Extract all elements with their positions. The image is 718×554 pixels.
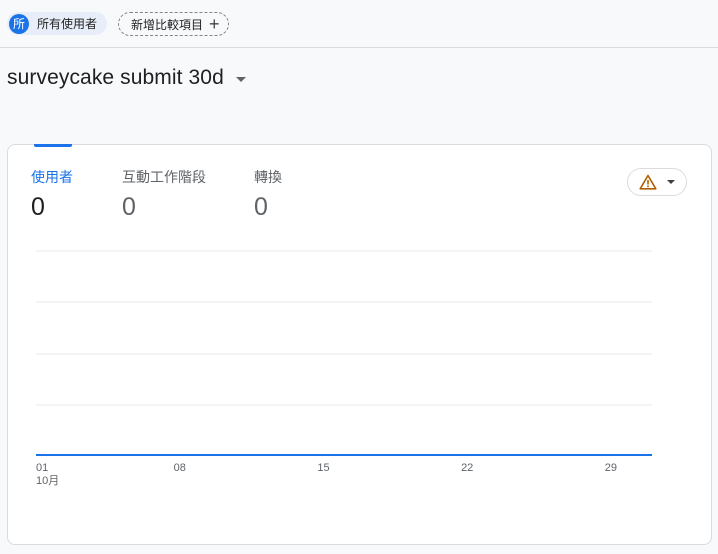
x-month-label: 10月 xyxy=(36,475,59,487)
top-bar: 所 所有使用者 新增比較項目 + xyxy=(0,0,718,48)
x-tick-label: 01 xyxy=(36,462,48,474)
x-tick-label: 29 xyxy=(605,462,617,474)
report-title: surveycake submit 30d xyxy=(7,66,224,89)
x-tick-label: 22 xyxy=(461,462,473,474)
x-tick-label: 15 xyxy=(317,462,329,474)
report-title-selector[interactable]: surveycake submit 30d xyxy=(7,66,246,90)
segment-badge: 所 xyxy=(9,13,29,34)
segment-chip[interactable]: 所 所有使用者 xyxy=(7,12,108,35)
line-chart: 01 08 15 22 29 10月 xyxy=(36,250,652,487)
chart-card: 使用者 0 互動工作階段 0 轉換 0 01 08 15 22 29 10月 xyxy=(7,144,712,545)
plus-icon: + xyxy=(209,14,220,34)
add-comparison-label: 新增比較項目 xyxy=(131,17,204,32)
dropdown-caret-icon xyxy=(235,77,246,82)
segment-label: 所有使用者 xyxy=(37,17,98,31)
x-tick-label: 08 xyxy=(174,462,186,474)
add-comparison-button[interactable]: 新增比較項目 + xyxy=(118,12,229,36)
